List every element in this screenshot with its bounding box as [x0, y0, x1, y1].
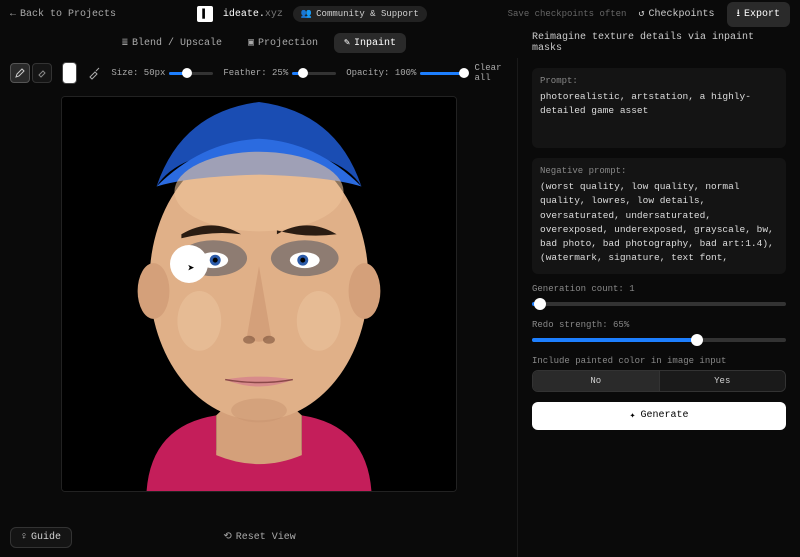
prompt-label: Prompt:	[540, 76, 778, 86]
reset-view-button[interactable]: ⟲ Reset View	[223, 531, 295, 543]
opacity-label: Opacity: 100%	[346, 68, 416, 78]
viewport-canvas[interactable]: ➤	[61, 96, 457, 492]
community-support-button[interactable]: 👥 Community & Support	[293, 6, 427, 22]
eraser-tool-button[interactable]	[32, 63, 52, 83]
lightbulb-icon: ♀	[21, 532, 27, 543]
include-color-toggle: No Yes	[532, 370, 786, 392]
link-icon: ⟲	[223, 531, 231, 543]
pencil-icon	[15, 68, 25, 78]
export-label: Export	[744, 9, 780, 20]
tab-label: Inpaint	[354, 38, 396, 49]
character-render	[62, 97, 456, 491]
feather-label: Feather: 25%	[223, 68, 288, 78]
negative-prompt-block: Negative prompt: (worst quality, low qua…	[532, 158, 786, 274]
layers-icon: ≣	[122, 37, 128, 49]
save-hint: Save checkpoints often	[508, 9, 627, 19]
guide-button[interactable]: ♀ Guide	[10, 527, 72, 548]
toggle-option-no[interactable]: No	[533, 371, 660, 391]
tab-inpaint[interactable]: ✎ Inpaint	[334, 33, 406, 53]
feather-slider[interactable]	[292, 68, 336, 78]
back-to-projects-button[interactable]: ← Back to Projects	[10, 9, 116, 20]
app-logo: ▌	[197, 6, 213, 22]
brush-size-slider[interactable]	[169, 68, 213, 78]
tab-label: Blend / Upscale	[132, 38, 222, 49]
checkpoints-button[interactable]: ↺ Checkpoints	[638, 8, 714, 20]
generate-label: Generate	[641, 410, 689, 421]
sparkle-icon: ✦	[629, 410, 635, 422]
guide-label: Guide	[31, 532, 61, 543]
color-swatch[interactable]	[62, 62, 77, 84]
brush-icon: ✎	[344, 37, 350, 49]
tab-label: Projection	[258, 38, 318, 49]
toggle-option-yes[interactable]: Yes	[660, 371, 786, 391]
cube-icon: ▣	[248, 37, 254, 49]
tab-projection[interactable]: ▣ Projection	[238, 33, 328, 53]
arrow-left-icon: ←	[10, 9, 16, 20]
clear-all-button[interactable]: Clear all	[474, 63, 507, 83]
panel-heading: Reimagine texture details via inpaint ma…	[518, 32, 800, 54]
generate-button[interactable]: ✦ Generate	[532, 402, 786, 430]
reset-view-label: Reset View	[236, 532, 296, 543]
opacity-slider[interactable]	[420, 68, 464, 78]
app-name: ideate.xyz	[223, 9, 283, 20]
prompt-block: Prompt: photorealistic, artstation, a hi…	[532, 68, 786, 148]
eraser-icon	[37, 68, 47, 78]
redo-strength-slider[interactable]	[532, 334, 786, 346]
community-label: Community & Support	[316, 9, 419, 19]
tab-blend-upscale[interactable]: ≣ Blend / Upscale	[112, 33, 232, 53]
brush-tool-button[interactable]	[10, 63, 30, 83]
download-icon: ⭳	[737, 6, 741, 23]
negative-prompt-label: Negative prompt:	[540, 166, 778, 176]
export-button[interactable]: ⭳ Export	[727, 2, 791, 27]
redo-strength-label: Redo strength: 65%	[532, 320, 786, 330]
history-icon: ↺	[638, 8, 644, 20]
checkpoints-label: Checkpoints	[648, 9, 714, 20]
size-label: Size: 50px	[111, 68, 165, 78]
cursor-icon: ➤	[188, 261, 195, 276]
eyedropper-icon	[87, 66, 101, 80]
discord-icon: 👥	[301, 9, 312, 19]
generation-count-label: Generation count: 1	[532, 284, 786, 294]
prompt-textarea[interactable]: photorealistic, artstation, a highly-det…	[540, 90, 778, 140]
negative-prompt-textarea[interactable]: (worst quality, low quality, normal qual…	[540, 180, 778, 266]
back-label: Back to Projects	[20, 9, 116, 20]
eyedropper-button[interactable]	[87, 66, 101, 80]
include-color-label: Include painted color in image input	[532, 356, 786, 366]
generation-count-slider[interactable]	[532, 298, 786, 310]
